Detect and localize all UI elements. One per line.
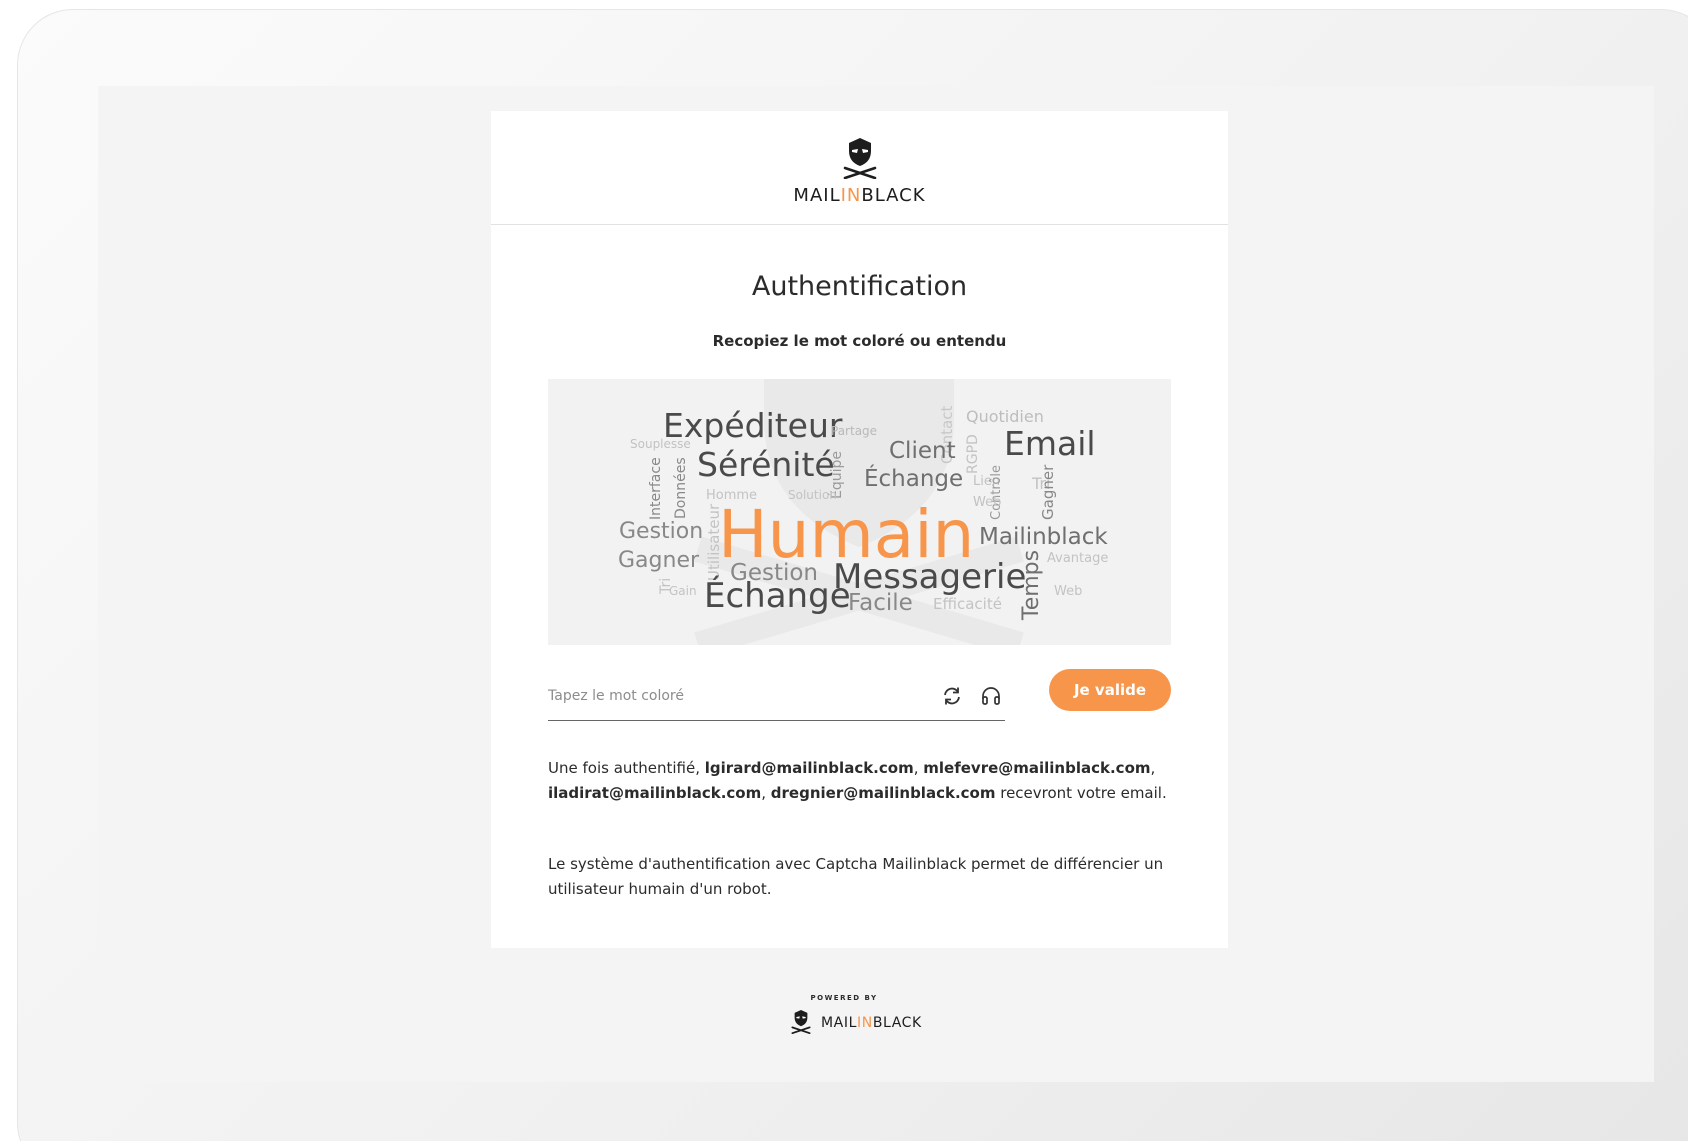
headphones-icon[interactable] [980, 685, 1002, 707]
captcha-instruction: Recopiez le mot coloré ou entendu [712, 332, 1007, 350]
recipient-email: mlefevre@mailinblack.com [923, 759, 1151, 777]
captcha-word: Temps [1019, 549, 1044, 620]
powered-by-label: POWERED BY [810, 994, 878, 1002]
footer-logo-accent: IN [857, 1015, 873, 1031]
logo-text-suffix: BLACK [861, 185, 926, 206]
refresh-icon[interactable] [941, 685, 963, 707]
separator: , [1150, 759, 1156, 777]
captcha-note: Le système d'authentification avec Captc… [548, 855, 1164, 898]
recipients-suffix: recevront votre email. [995, 784, 1167, 802]
page-title: Authentification [751, 271, 968, 302]
captcha-image: Expéditeur Partage Contact Quotidien Souples… [548, 379, 1171, 645]
captcha-word: Échange [704, 576, 851, 616]
captcha-word: Messagerie [833, 557, 1027, 597]
recipients-info: Une fois authentifié, lgirard@mailinblac… [548, 756, 1188, 806]
recipients-prefix: Une fois authentifié, [548, 759, 705, 777]
logo-text-prefix: MAIL [793, 185, 841, 206]
card-header: MAILINBLACK [491, 111, 1228, 225]
captcha-word: Gain [669, 584, 697, 598]
captcha-word: Email [1004, 424, 1096, 463]
brand-logo: MAILINBLACK [491, 185, 1228, 206]
captcha-word: Client [889, 438, 956, 464]
recipient-email: dregnier@mailinblack.com [770, 784, 996, 802]
recipient-email: lgirard@mailinblack.com [704, 759, 914, 777]
recipient-email: iladirat@mailinblack.com [548, 784, 762, 802]
captcha-word: Mailinblack [979, 524, 1108, 550]
captcha-input[interactable] [548, 683, 928, 709]
separator: , [913, 759, 924, 777]
captcha-word: Gagner [1039, 464, 1057, 520]
captcha-word: Partage [831, 424, 878, 438]
footer-logo-prefix: MAIL [821, 1015, 857, 1031]
captcha-word: Contrôle [989, 465, 1004, 520]
logo-text-accent: IN [840, 185, 862, 206]
captcha-word: Efficacité [933, 595, 1002, 613]
captcha-word: Quotidien [966, 407, 1044, 426]
captcha-word: Gagner [618, 548, 700, 573]
captcha-word: Gestion [619, 519, 704, 544]
auth-card: MAILINBLACK Authentification Recopiez le… [491, 111, 1228, 948]
captcha-word: Souplesse [630, 437, 691, 451]
footer-logo-suffix: BLACK [872, 1015, 922, 1031]
captcha-word: Interface [648, 457, 664, 520]
submit-button[interactable]: Je valide [1049, 669, 1171, 711]
captcha-input-row [548, 671, 1005, 721]
captcha-word: Échange [864, 466, 964, 492]
captcha-word: Web [1054, 584, 1083, 599]
pirate-mask-icon [843, 138, 877, 179]
separator: , [761, 784, 771, 802]
pirate-mask-icon [791, 1010, 811, 1035]
captcha-word: Avantage [1047, 551, 1109, 566]
captcha-word: Données [673, 457, 689, 519]
footer-logo: MAILINBLACK [821, 1015, 922, 1031]
captcha-word: Web [973, 495, 1002, 510]
captcha-word: Facile [848, 590, 913, 616]
captcha-word: Sérénité [697, 445, 835, 484]
captcha-word: RGPD [965, 434, 981, 474]
